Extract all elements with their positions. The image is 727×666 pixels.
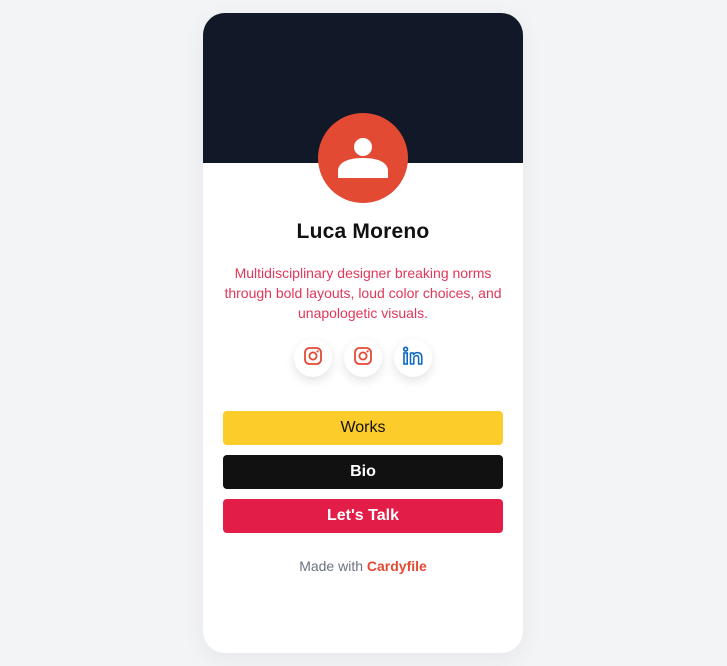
linkedin-icon (402, 346, 424, 371)
instagram-icon (303, 346, 323, 371)
user-icon (337, 137, 389, 179)
social-link-instagram-2[interactable] (344, 339, 382, 377)
profile-card: Luca Moreno Multidisciplinary designer b… (203, 13, 523, 653)
social-links (203, 339, 523, 379)
social-link-linkedin[interactable] (394, 339, 432, 377)
avatar (318, 113, 408, 203)
bio-button[interactable]: Bio (223, 455, 503, 489)
brand-link[interactable]: Cardyfile (367, 558, 427, 574)
footer-prefix: Made with (299, 558, 363, 574)
profile-bio: Multidisciplinary designer breaking norm… (224, 265, 502, 321)
profile-name: Luca Moreno (296, 220, 430, 243)
footer: Made with Cardyfile (203, 558, 523, 574)
social-link-instagram[interactable] (294, 339, 332, 377)
lets-talk-button[interactable]: Let's Talk (223, 499, 503, 533)
instagram-icon (353, 346, 373, 371)
works-button[interactable]: Works (223, 411, 503, 445)
